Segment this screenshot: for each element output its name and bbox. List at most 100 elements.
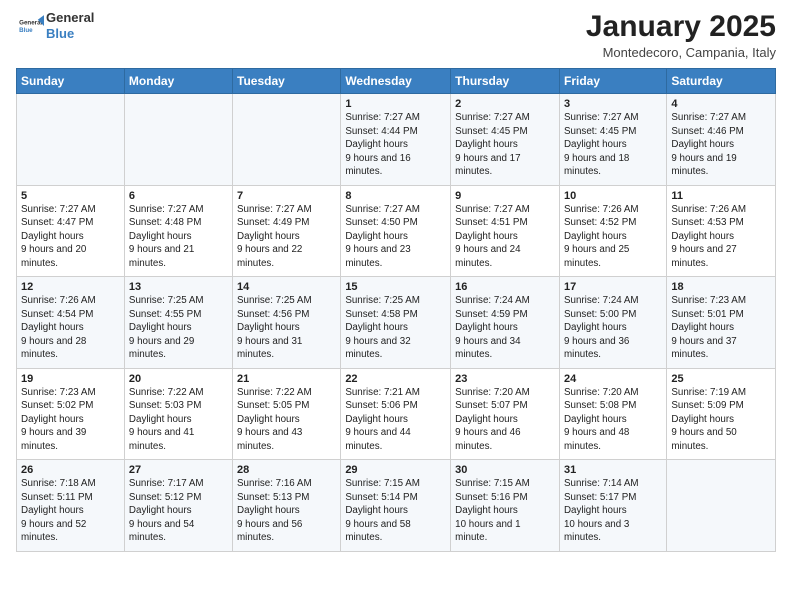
calendar-cell: 4Sunrise: 7:27 AMSunset: 4:46 PMDaylight… xyxy=(667,94,776,186)
cell-info: Sunrise: 7:27 AMSunset: 4:45 PMDaylight … xyxy=(455,111,555,179)
calendar-cell: 24Sunrise: 7:20 AMSunset: 5:08 PMDayligh… xyxy=(559,368,666,460)
calendar-cell: 14Sunrise: 7:25 AMSunset: 4:56 PMDayligh… xyxy=(233,277,341,369)
cell-info: Sunrise: 7:15 AMSunset: 5:16 PMDaylight … xyxy=(455,477,555,545)
day-number: 24 xyxy=(564,373,662,385)
calendar-cell xyxy=(17,94,125,186)
logo-icon: General Blue xyxy=(16,12,44,40)
calendar-cell: 16Sunrise: 7:24 AMSunset: 4:59 PMDayligh… xyxy=(451,277,560,369)
day-number: 20 xyxy=(129,373,228,385)
logo-blue: Blue xyxy=(46,26,74,41)
day-number: 22 xyxy=(345,373,446,385)
calendar-week-row: 19Sunrise: 7:23 AMSunset: 5:02 PMDayligh… xyxy=(17,368,776,460)
day-number: 28 xyxy=(237,464,336,476)
day-number: 9 xyxy=(455,190,555,202)
cell-info: Sunrise: 7:20 AMSunset: 5:07 PMDaylight … xyxy=(455,386,555,454)
location-subtitle: Montedecoro, Campania, Italy xyxy=(586,45,776,60)
day-number: 25 xyxy=(671,373,771,385)
calendar-cell: 8Sunrise: 7:27 AMSunset: 4:50 PMDaylight… xyxy=(341,185,451,277)
weekday-header-thursday: Thursday xyxy=(451,69,560,94)
day-number: 18 xyxy=(671,281,771,293)
cell-info: Sunrise: 7:23 AMSunset: 5:01 PMDaylight … xyxy=(671,294,771,362)
logo: General Blue General Blue xyxy=(16,10,94,41)
day-number: 2 xyxy=(455,98,555,110)
calendar-week-row: 1Sunrise: 7:27 AMSunset: 4:44 PMDaylight… xyxy=(17,94,776,186)
cell-info: Sunrise: 7:20 AMSunset: 5:08 PMDaylight … xyxy=(564,386,662,454)
weekday-header-row: SundayMondayTuesdayWednesdayThursdayFrid… xyxy=(17,69,776,94)
day-number: 27 xyxy=(129,464,228,476)
day-number: 14 xyxy=(237,281,336,293)
day-number: 31 xyxy=(564,464,662,476)
cell-info: Sunrise: 7:25 AMSunset: 4:58 PMDaylight … xyxy=(345,294,446,362)
calendar-cell: 30Sunrise: 7:15 AMSunset: 5:16 PMDayligh… xyxy=(451,460,560,552)
calendar-cell: 1Sunrise: 7:27 AMSunset: 4:44 PMDaylight… xyxy=(341,94,451,186)
day-number: 12 xyxy=(21,281,120,293)
calendar-week-row: 5Sunrise: 7:27 AMSunset: 4:47 PMDaylight… xyxy=(17,185,776,277)
calendar-cell: 22Sunrise: 7:21 AMSunset: 5:06 PMDayligh… xyxy=(341,368,451,460)
calendar-cell: 27Sunrise: 7:17 AMSunset: 5:12 PMDayligh… xyxy=(124,460,232,552)
calendar-cell: 10Sunrise: 7:26 AMSunset: 4:52 PMDayligh… xyxy=(559,185,666,277)
cell-info: Sunrise: 7:14 AMSunset: 5:17 PMDaylight … xyxy=(564,477,662,545)
weekday-header-monday: Monday xyxy=(124,69,232,94)
day-number: 30 xyxy=(455,464,555,476)
cell-info: Sunrise: 7:25 AMSunset: 4:56 PMDaylight … xyxy=(237,294,336,362)
day-number: 6 xyxy=(129,190,228,202)
title-block: January 2025 Montedecoro, Campania, Ital… xyxy=(586,10,776,60)
cell-info: Sunrise: 7:26 AMSunset: 4:54 PMDaylight … xyxy=(21,294,120,362)
calendar-cell xyxy=(124,94,232,186)
logo-general: General xyxy=(46,10,94,25)
day-number: 21 xyxy=(237,373,336,385)
calendar-cell: 9Sunrise: 7:27 AMSunset: 4:51 PMDaylight… xyxy=(451,185,560,277)
cell-info: Sunrise: 7:22 AMSunset: 5:03 PMDaylight … xyxy=(129,386,228,454)
day-number: 13 xyxy=(129,281,228,293)
cell-info: Sunrise: 7:16 AMSunset: 5:13 PMDaylight … xyxy=(237,477,336,545)
weekday-header-tuesday: Tuesday xyxy=(233,69,341,94)
day-number: 5 xyxy=(21,190,120,202)
cell-info: Sunrise: 7:26 AMSunset: 4:52 PMDaylight … xyxy=(564,203,662,271)
calendar-cell: 2Sunrise: 7:27 AMSunset: 4:45 PMDaylight… xyxy=(451,94,560,186)
calendar-cell: 5Sunrise: 7:27 AMSunset: 4:47 PMDaylight… xyxy=(17,185,125,277)
calendar-cell: 12Sunrise: 7:26 AMSunset: 4:54 PMDayligh… xyxy=(17,277,125,369)
cell-info: Sunrise: 7:27 AMSunset: 4:46 PMDaylight … xyxy=(671,111,771,179)
cell-info: Sunrise: 7:27 AMSunset: 4:47 PMDaylight … xyxy=(21,203,120,271)
calendar-table: SundayMondayTuesdayWednesdayThursdayFrid… xyxy=(16,68,776,552)
cell-info: Sunrise: 7:19 AMSunset: 5:09 PMDaylight … xyxy=(671,386,771,454)
calendar-cell: 26Sunrise: 7:18 AMSunset: 5:11 PMDayligh… xyxy=(17,460,125,552)
cell-info: Sunrise: 7:27 AMSunset: 4:51 PMDaylight … xyxy=(455,203,555,271)
calendar-cell: 23Sunrise: 7:20 AMSunset: 5:07 PMDayligh… xyxy=(451,368,560,460)
svg-text:Blue: Blue xyxy=(19,27,33,34)
weekday-header-sunday: Sunday xyxy=(17,69,125,94)
day-number: 10 xyxy=(564,190,662,202)
cell-info: Sunrise: 7:27 AMSunset: 4:48 PMDaylight … xyxy=(129,203,228,271)
weekday-header-saturday: Saturday xyxy=(667,69,776,94)
cell-info: Sunrise: 7:17 AMSunset: 5:12 PMDaylight … xyxy=(129,477,228,545)
day-number: 29 xyxy=(345,464,446,476)
calendar-cell: 21Sunrise: 7:22 AMSunset: 5:05 PMDayligh… xyxy=(233,368,341,460)
day-number: 11 xyxy=(671,190,771,202)
calendar-cell: 29Sunrise: 7:15 AMSunset: 5:14 PMDayligh… xyxy=(341,460,451,552)
cell-info: Sunrise: 7:27 AMSunset: 4:44 PMDaylight … xyxy=(345,111,446,179)
month-title: January 2025 xyxy=(586,10,776,43)
calendar-cell xyxy=(667,460,776,552)
calendar-cell: 28Sunrise: 7:16 AMSunset: 5:13 PMDayligh… xyxy=(233,460,341,552)
calendar-week-row: 12Sunrise: 7:26 AMSunset: 4:54 PMDayligh… xyxy=(17,277,776,369)
calendar-cell: 13Sunrise: 7:25 AMSunset: 4:55 PMDayligh… xyxy=(124,277,232,369)
calendar-cell: 18Sunrise: 7:23 AMSunset: 5:01 PMDayligh… xyxy=(667,277,776,369)
cell-info: Sunrise: 7:15 AMSunset: 5:14 PMDaylight … xyxy=(345,477,446,545)
calendar-cell: 3Sunrise: 7:27 AMSunset: 4:45 PMDaylight… xyxy=(559,94,666,186)
cell-info: Sunrise: 7:18 AMSunset: 5:11 PMDaylight … xyxy=(21,477,120,545)
day-number: 15 xyxy=(345,281,446,293)
cell-info: Sunrise: 7:22 AMSunset: 5:05 PMDaylight … xyxy=(237,386,336,454)
weekday-header-friday: Friday xyxy=(559,69,666,94)
day-number: 26 xyxy=(21,464,120,476)
calendar-cell: 7Sunrise: 7:27 AMSunset: 4:49 PMDaylight… xyxy=(233,185,341,277)
calendar-cell: 15Sunrise: 7:25 AMSunset: 4:58 PMDayligh… xyxy=(341,277,451,369)
cell-info: Sunrise: 7:27 AMSunset: 4:49 PMDaylight … xyxy=(237,203,336,271)
calendar-cell: 19Sunrise: 7:23 AMSunset: 5:02 PMDayligh… xyxy=(17,368,125,460)
header: General Blue General Blue January 2025 M… xyxy=(16,10,776,60)
day-number: 16 xyxy=(455,281,555,293)
calendar-cell: 11Sunrise: 7:26 AMSunset: 4:53 PMDayligh… xyxy=(667,185,776,277)
day-number: 8 xyxy=(345,190,446,202)
day-number: 3 xyxy=(564,98,662,110)
calendar-cell: 6Sunrise: 7:27 AMSunset: 4:48 PMDaylight… xyxy=(124,185,232,277)
calendar-cell xyxy=(233,94,341,186)
